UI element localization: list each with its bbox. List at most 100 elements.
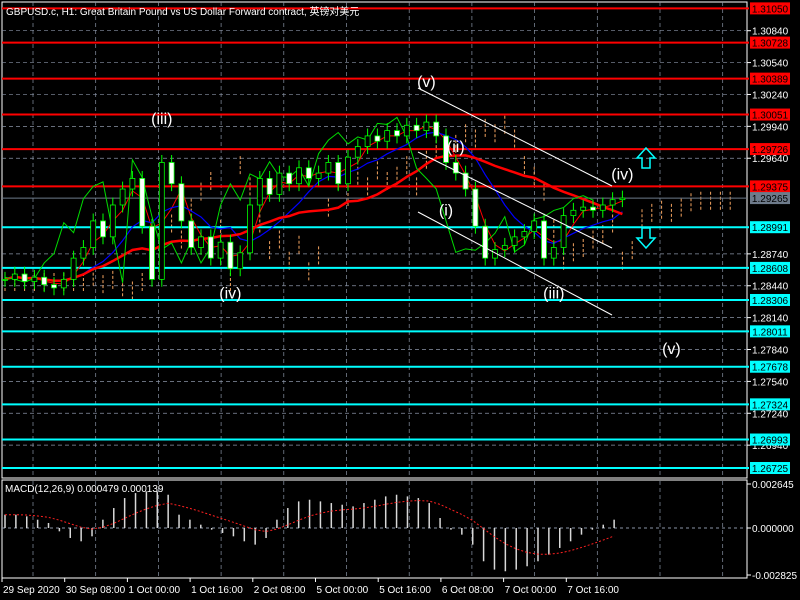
candle-body — [188, 220, 195, 248]
time-label: 1 Oct 00:00 — [128, 585, 180, 596]
price-tick-label: 1.30840 — [752, 27, 789, 38]
candle-body — [364, 135, 371, 147]
ma-slow-line — [4, 154, 623, 283]
candle-body — [247, 204, 253, 254]
candle-body — [315, 172, 322, 179]
candle-body — [178, 183, 185, 222]
wave-label: (v) — [417, 74, 436, 91]
candle-body — [139, 178, 146, 227]
wave-label: (i) — [439, 203, 453, 220]
resistance-label: 1.31050 — [752, 4, 789, 15]
macd-axis-label: -0.002825 — [752, 571, 797, 582]
resistance-label: 1.30051 — [752, 111, 789, 122]
current-price-label: 1.29265 — [752, 194, 789, 205]
support-label: 1.26993 — [752, 436, 789, 447]
price-tick-label: 1.30540 — [752, 59, 789, 70]
resistance-label: 1.29375 — [752, 182, 789, 193]
price-tick-label: 1.29940 — [752, 122, 789, 133]
candle-body — [560, 215, 567, 248]
support-label: 1.26725 — [752, 464, 789, 475]
time-label: 30 Sep 08:00 — [66, 585, 126, 596]
down-arrow-icon — [635, 227, 657, 250]
wave-label: (iii) — [151, 111, 172, 128]
resistance-label: 1.30389 — [752, 75, 789, 86]
candle-body — [11, 273, 18, 280]
support-label: 1.27324 — [752, 400, 789, 411]
chart-title: GBPUSD.c, H1: Great Britain Pound vs US … — [6, 7, 360, 18]
time-label: 2 Oct 08:00 — [254, 585, 306, 596]
candle-body — [599, 204, 606, 211]
support-label: 1.28608 — [752, 264, 789, 275]
candle-body — [472, 188, 479, 227]
price-tick-label: 1.27540 — [752, 377, 789, 388]
candle-body — [2, 278, 8, 281]
candle-body — [51, 284, 57, 289]
candle-body — [109, 204, 116, 238]
candle-body — [60, 278, 67, 289]
time-label: 5 Oct 00:00 — [317, 585, 369, 596]
candle-body — [423, 121, 430, 131]
candle-body — [266, 178, 273, 195]
price-tick-label: 1.30240 — [752, 90, 789, 101]
wave-label: (iv) — [219, 286, 241, 303]
candle-body — [70, 257, 77, 280]
price-tick-label: 1.28440 — [752, 282, 789, 293]
candle-body — [374, 135, 381, 142]
price-tick-label: 1.28140 — [752, 314, 789, 325]
candle-body — [570, 209, 577, 217]
candle-body — [354, 146, 361, 158]
support-label: 1.28991 — [752, 223, 789, 234]
candle-body — [511, 236, 518, 246]
candle-body — [286, 172, 293, 185]
resistance-label: 1.29726 — [752, 145, 789, 156]
resistance-label: 1.30728 — [752, 39, 789, 50]
candle-body — [129, 178, 136, 190]
candle-body — [256, 178, 263, 206]
candle-body — [100, 220, 106, 238]
time-label: 29 Sep 2020 — [3, 585, 60, 596]
candle-body — [276, 172, 283, 195]
macd-axis-label: 0.000000 — [752, 524, 794, 535]
candle-body — [501, 244, 508, 251]
ma-mid-line — [4, 131, 623, 282]
candle-body — [384, 130, 391, 142]
chart-canvas[interactable]: 1.308401.305401.302401.299401.296401.287… — [0, 0, 800, 600]
price-tick-label: 1.27840 — [752, 346, 789, 357]
candle-body — [305, 167, 312, 179]
candle-body — [31, 276, 38, 282]
candle-body — [335, 162, 342, 185]
candle-body — [80, 247, 87, 259]
candle-body — [41, 276, 48, 286]
time-label: 7 Oct 16:00 — [567, 585, 619, 596]
candle-body — [207, 236, 214, 259]
candle-body — [158, 162, 165, 280]
candle-body — [227, 241, 234, 270]
price-tick-label: 1.28740 — [752, 250, 789, 261]
candle-body — [609, 199, 616, 206]
candle-body — [580, 206, 587, 211]
candle-body — [550, 247, 557, 259]
candle-body — [482, 225, 489, 259]
candle-body — [21, 273, 28, 282]
candle-body — [149, 225, 155, 280]
candle-body — [590, 206, 596, 211]
candle-body — [521, 231, 528, 238]
candle-body — [119, 188, 126, 206]
wave-label: (iv) — [611, 166, 633, 183]
candle-body — [237, 252, 244, 270]
candle-body — [345, 156, 351, 185]
candle-body — [90, 220, 97, 248]
time-label: 1 Oct 16:00 — [191, 585, 243, 596]
candle-body — [296, 167, 302, 185]
wave-label: (ii) — [447, 139, 465, 156]
candle-body — [403, 124, 410, 137]
candle-body — [619, 197, 626, 201]
support-label: 1.28011 — [752, 327, 788, 338]
candle-body — [217, 241, 224, 259]
candle-body — [394, 130, 400, 137]
time-label: 7 Oct 00:00 — [505, 585, 557, 596]
support-label: 1.28306 — [752, 296, 789, 307]
candle-body — [198, 236, 204, 248]
wave-label: (iii) — [543, 286, 564, 303]
time-label: 6 Oct 08:00 — [442, 585, 494, 596]
